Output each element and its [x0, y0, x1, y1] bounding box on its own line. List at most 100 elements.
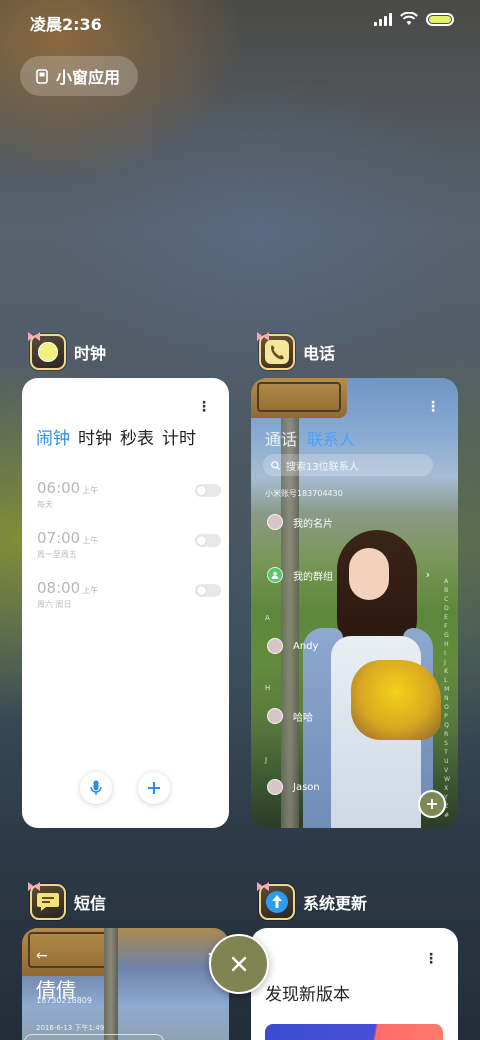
voice-alarm-button[interactable] [80, 772, 112, 804]
contact-my-groups[interactable]: 我的群组 [267, 565, 333, 585]
app-header-clock[interactable]: 时钟 [28, 332, 107, 370]
app-header-system-update[interactable]: 系统更新 [257, 882, 368, 920]
alarm-time: 06:00 [37, 479, 81, 497]
index-letter[interactable]: O [444, 704, 450, 711]
section-letter: H [265, 684, 271, 692]
index-letter[interactable]: C [444, 596, 450, 603]
index-letter[interactable]: I [444, 650, 450, 657]
contacts-search-input[interactable]: 搜索13位联系人 [263, 454, 433, 476]
bow-icon [257, 332, 269, 341]
index-letter[interactable]: T [444, 749, 450, 756]
index-letter[interactable]: X [444, 785, 450, 792]
back-arrow-icon[interactable]: ← [36, 948, 48, 964]
microphone-icon [90, 780, 102, 795]
floating-windows-label: 小窗应用 [56, 68, 121, 87]
plus-icon [148, 782, 160, 794]
system-update-app-icon [257, 882, 295, 920]
status-icons [374, 12, 454, 26]
alarm-repeat: 每天 [37, 500, 53, 509]
index-letter[interactable]: W [444, 776, 450, 783]
contact-item[interactable]: 哈哈 [267, 706, 313, 726]
tab-contacts[interactable]: 联系人 [307, 426, 355, 450]
floating-windows-button[interactable]: 小窗应用 [20, 56, 138, 96]
alarm-period: 上午 [82, 486, 99, 495]
tab-timer[interactable]: 计时 [162, 424, 196, 449]
conversation-number: 18730218809 [36, 996, 92, 1005]
alarm-item[interactable]: 06:00 上午 每天 [37, 478, 221, 518]
add-contact-button[interactable] [418, 790, 446, 818]
alarm-repeat: 周六 周日 [37, 600, 72, 609]
index-letter[interactable]: U [444, 758, 450, 765]
index-letter[interactable]: D [444, 605, 450, 612]
alarm-toggle[interactable] [195, 484, 221, 497]
more-options-icon[interactable]: ⋮ [197, 400, 211, 414]
avatar [267, 708, 283, 724]
system-update-app-name: 系统更新 [303, 894, 368, 913]
contact-label: 我的群组 [293, 571, 333, 583]
alarm-item[interactable]: 08:00 上午 周六 周日 [37, 578, 221, 618]
background-sign [251, 378, 347, 418]
signal-icon [374, 12, 392, 26]
index-letter[interactable]: P [444, 713, 450, 720]
chat-bubble-icon [37, 893, 59, 911]
alarm-toggle[interactable] [195, 534, 221, 547]
contact-label: Jason [293, 781, 320, 793]
messages-app-card[interactable]: ← ⋮ 倩倩 18730218809 2016-6-13 下午1:49 [22, 928, 229, 1040]
alarm-period: 上午 [82, 536, 99, 545]
phone-app-icon [257, 332, 295, 370]
index-letter[interactable]: L [444, 677, 450, 684]
alphabet-index[interactable]: A B C D E F G H I J K L M N O P Q R S T U V W X Y Z # [444, 578, 450, 819]
clock-app-card[interactable]: ⋮ 闹钟 时钟 秒表 计时 06:00 上午 每天 07:00 上午 周一至周五 0… [22, 378, 229, 828]
clear-all-button[interactable] [209, 934, 269, 994]
bow-icon [28, 332, 40, 341]
tab-alarm[interactable]: 闹钟 [36, 424, 70, 449]
tab-stopwatch[interactable]: 秒表 [120, 424, 154, 449]
index-letter[interactable]: Q [444, 722, 450, 729]
tab-calls[interactable]: 通话 [265, 426, 297, 450]
upload-arrow-icon [266, 891, 288, 913]
index-letter[interactable]: J [444, 659, 450, 666]
alarm-period: 上午 [82, 586, 99, 595]
alarm-toggle[interactable] [195, 584, 221, 597]
app-header-phone[interactable]: 电话 [257, 332, 336, 370]
group-icon [267, 567, 283, 583]
avatar [267, 638, 283, 654]
phone-app-card[interactable]: ⋮ 通话 联系人 搜索13位联系人 小米账号183704430 我的名片 我的群… [251, 378, 458, 828]
add-alarm-button[interactable] [138, 772, 170, 804]
alarm-item[interactable]: 07:00 上午 周一至周五 [37, 528, 221, 568]
index-letter[interactable]: B [444, 587, 450, 594]
alarm-time: 08:00 [37, 579, 81, 597]
contact-my-card[interactable]: 我的名片 [267, 512, 333, 532]
status-bar: 凌晨2:36 [0, 0, 480, 42]
message-input[interactable] [24, 1034, 164, 1040]
index-letter[interactable]: N [444, 695, 450, 702]
app-header-messages[interactable]: 短信 [28, 882, 106, 920]
contact-item[interactable]: Jason [267, 777, 320, 797]
avatar [267, 514, 283, 530]
index-letter[interactable]: A [444, 578, 450, 585]
index-letter[interactable]: R [444, 731, 450, 738]
more-options-icon[interactable]: ⋮ [424, 952, 438, 966]
index-letter[interactable]: S [444, 740, 450, 747]
index-letter[interactable]: M [444, 686, 450, 693]
floating-window-icon [36, 68, 48, 84]
index-letter[interactable]: V [444, 767, 450, 774]
index-letter[interactable]: H [444, 641, 450, 648]
bow-icon [28, 882, 40, 891]
search-icon [271, 460, 280, 470]
index-letter[interactable]: K [444, 668, 450, 675]
index-letter[interactable]: # [444, 812, 450, 819]
index-letter[interactable]: E [444, 614, 450, 621]
background-face [349, 548, 389, 600]
system-update-app-card[interactable]: ⋮ 发现新版本 [251, 928, 458, 1040]
tab-clock[interactable]: 时钟 [78, 424, 112, 449]
index-letter[interactable]: G [444, 632, 450, 639]
index-letter[interactable]: F [444, 623, 450, 630]
contact-label: 我的名片 [293, 518, 333, 530]
clock-app-name: 时钟 [74, 344, 107, 363]
clock-face-icon [37, 341, 59, 363]
more-options-icon[interactable]: ⋮ [426, 400, 440, 414]
phone-app-name: 电话 [303, 344, 336, 363]
contact-label: Andy [293, 640, 319, 652]
contact-item[interactable]: Andy [267, 636, 318, 656]
